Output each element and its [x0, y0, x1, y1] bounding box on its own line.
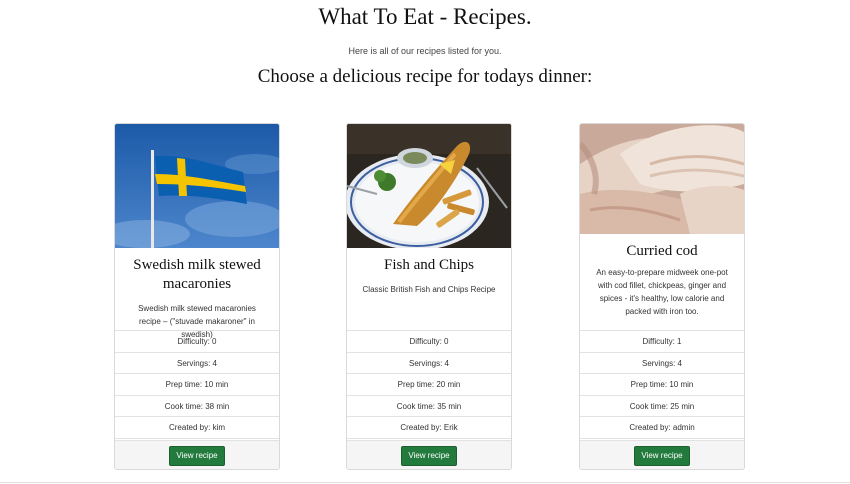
difficulty: Difficulty: 1: [580, 331, 744, 353]
card-footer: View recipe: [115, 440, 279, 469]
recipe-image-fish-and-chips: [347, 124, 511, 248]
recipe-image-raw-cod: [580, 124, 744, 234]
page-subtitle: Here is all of our recipes listed for yo…: [348, 46, 502, 56]
recipe-details: Difficulty: 1 Servings: 4 Prep time: 10 …: [580, 330, 744, 439]
page-title: What To Eat - Recipes.: [318, 4, 532, 29]
created-by: Created by: admin: [580, 417, 744, 439]
recipe-description: An easy-to-prepare midweek one-pot with …: [596, 268, 728, 316]
view-recipe-button[interactable]: View recipe: [634, 446, 690, 466]
recipe-card: Curried cod An easy-to-prepare midweek o…: [579, 123, 745, 470]
cook-time: Cook time: 38 min: [115, 396, 279, 418]
servings: Servings: 4: [347, 353, 511, 375]
card-footer: View recipe: [347, 440, 511, 469]
recipe-title: Curried cod: [626, 243, 698, 259]
servings: Servings: 4: [580, 353, 744, 375]
view-recipe-button[interactable]: View recipe: [169, 446, 225, 466]
recipe-image-swedish-flag: [115, 124, 279, 248]
card-footer: View recipe: [580, 440, 744, 469]
created-by: Created by: kim: [115, 417, 279, 439]
created-by: Created by: Erik: [347, 417, 511, 439]
recipe-title: Swedish milk stewed macaronies: [133, 257, 261, 292]
difficulty: Difficulty: 0: [115, 331, 279, 353]
view-recipe-button[interactable]: View recipe: [401, 446, 457, 466]
recipe-description: Classic British Fish and Chips Recipe: [362, 285, 496, 294]
prep-time: Prep time: 10 min: [115, 374, 279, 396]
servings: Servings: 4: [115, 353, 279, 375]
prep-time: Prep time: 10 min: [580, 374, 744, 396]
recipe-details: Difficulty: 0 Servings: 4 Prep time: 20 …: [347, 330, 511, 439]
recipe-card: Fish and Chips Classic British Fish and …: [346, 123, 512, 470]
cook-time: Cook time: 35 min: [347, 396, 511, 418]
page-divider: [0, 482, 850, 483]
cook-time: Cook time: 25 min: [580, 396, 744, 418]
recipe-title: Fish and Chips: [383, 257, 474, 273]
recipe-details: Difficulty: 0 Servings: 4 Prep time: 10 …: [115, 330, 279, 439]
recipe-card: Swedish milk stewed macaronies Swedish m…: [114, 123, 280, 470]
page-heading: Choose a delicious recipe for todays din…: [257, 66, 593, 87]
difficulty: Difficulty: 0: [347, 331, 511, 353]
prep-time: Prep time: 20 min: [347, 374, 511, 396]
